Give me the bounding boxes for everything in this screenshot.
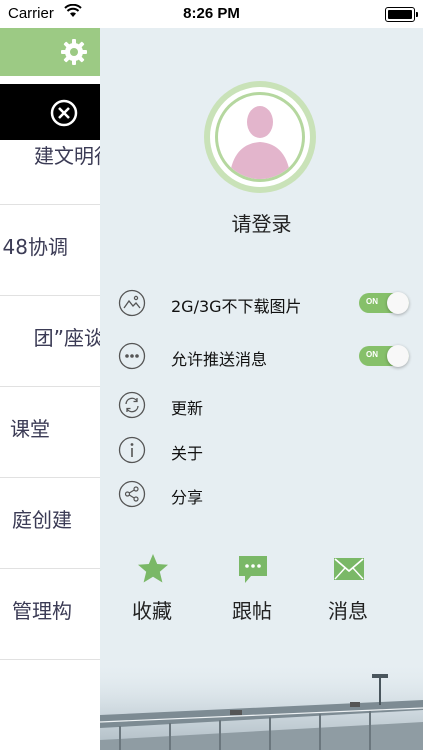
clock: 8:26 PM — [183, 5, 240, 22]
toggle-state-label: ON — [366, 297, 378, 306]
menu-item-about[interactable]: 关于 — [100, 430, 423, 470]
menu-item-update[interactable]: 更新 — [100, 385, 423, 425]
menu-item-label: 关于 — [171, 444, 204, 463]
comments-button[interactable]: 跟帖 — [217, 553, 287, 633]
share-icon — [118, 480, 146, 508]
status-bar: Carrier 8:26 PM — [0, 0, 423, 28]
list-item[interactable]: 建文明行 — [0, 114, 100, 205]
favorites-button[interactable]: 收藏 — [117, 553, 187, 633]
messages-label: 消息 — [328, 599, 368, 623]
list-item[interactable]: 管理构 — [0, 569, 100, 660]
login-link[interactable]: 请登录 — [100, 208, 423, 237]
favorites-label: 收藏 — [132, 599, 172, 623]
more-dots-icon — [118, 342, 146, 370]
setting-no-image-download: 2G/3G不下载图片 ON — [100, 283, 423, 323]
push-toggle[interactable]: ON — [359, 345, 409, 367]
star-icon — [138, 554, 168, 583]
menu-item-label: 分享 — [171, 488, 204, 507]
avatar[interactable] — [201, 78, 319, 196]
list-item-title: 课堂 — [10, 417, 50, 441]
gear-icon[interactable] — [60, 38, 88, 66]
info-icon — [118, 436, 146, 464]
image-icon — [118, 289, 146, 317]
list-item[interactable]: 庭创建 — [0, 478, 100, 569]
setting-label: 2G/3G不下载图片 — [171, 297, 302, 316]
list-item-title: 庭创建 — [12, 508, 72, 532]
messages-button[interactable]: 消息 — [313, 553, 383, 633]
list-item-title: 管理构 — [12, 599, 72, 623]
list-item[interactable]: 团”座谈 — [0, 296, 100, 387]
mail-icon — [334, 558, 364, 580]
list-item[interactable]: 48协调 — [0, 205, 100, 296]
list-item-title: 48协调 — [2, 235, 68, 259]
list-item[interactable]: 课堂 — [0, 387, 100, 478]
news-list-panel: 建文明行 48协调 团”座谈 课堂 庭创建 管理构 — [0, 28, 100, 750]
toggle-state-label: ON — [366, 350, 378, 359]
list-item-title: 团”座谈 — [33, 326, 100, 350]
battery-icon — [385, 7, 418, 22]
no-image-toggle[interactable]: ON — [359, 292, 409, 314]
user-drawer: 请登录 2G/3G不下载图片 ON 允许推送消息 ON 更新 关于 分享 收藏 … — [100, 28, 423, 750]
list-item-title: 建文明行 — [34, 144, 100, 168]
setting-allow-push: 允许推送消息 ON — [100, 336, 423, 376]
refresh-icon — [118, 391, 146, 419]
bridge-background-image — [100, 660, 423, 750]
menu-item-label: 更新 — [171, 399, 204, 418]
comment-icon — [239, 556, 267, 583]
menu-item-share[interactable]: 分享 — [100, 474, 423, 514]
setting-label: 允许推送消息 — [171, 350, 268, 369]
comments-label: 跟帖 — [232, 599, 272, 623]
